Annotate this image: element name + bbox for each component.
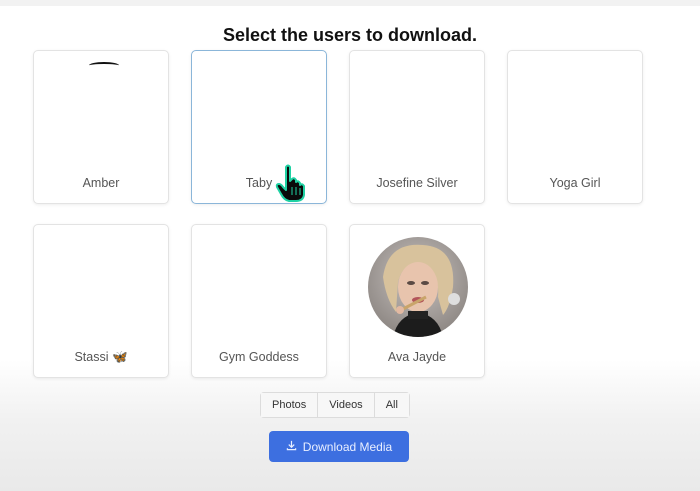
user-name: Amber [82,176,120,190]
user-card-gym-goddess[interactable]: Gym Goddess [191,224,327,378]
download-media-button[interactable]: Download Media [269,431,409,462]
user-card-ava-jayde[interactable]: Ava Jayde [349,224,485,378]
user-name: Ava Jayde [387,350,447,364]
user-name: Josefine Silver [376,176,458,190]
user-card-yoga-girl[interactable]: Yoga Girl [507,50,643,204]
avatar [368,237,468,337]
user-name: Stassi 🦋 [74,350,128,364]
filter-videos-button[interactable]: Videos [318,393,375,417]
download-label: Download Media [302,439,393,454]
avatar-placeholder [89,62,119,69]
user-card-amber[interactable]: Amber [33,50,169,204]
filter-all-button[interactable]: All [374,393,409,417]
hand-cursor-icon [274,163,310,203]
top-divider [0,0,700,6]
user-name: Yoga Girl [549,176,601,190]
download-icon [286,440,297,454]
user-card-stassi[interactable]: Stassi 🦋 [33,224,169,378]
page-title: Select the users to download. [222,25,478,45]
media-type-filter: Photos Videos All [260,392,410,418]
user-card-josefine-silver[interactable]: Josefine Silver [349,50,485,204]
user-name: Gym Goddess [219,350,299,364]
filter-photos-button[interactable]: Photos [261,393,319,417]
